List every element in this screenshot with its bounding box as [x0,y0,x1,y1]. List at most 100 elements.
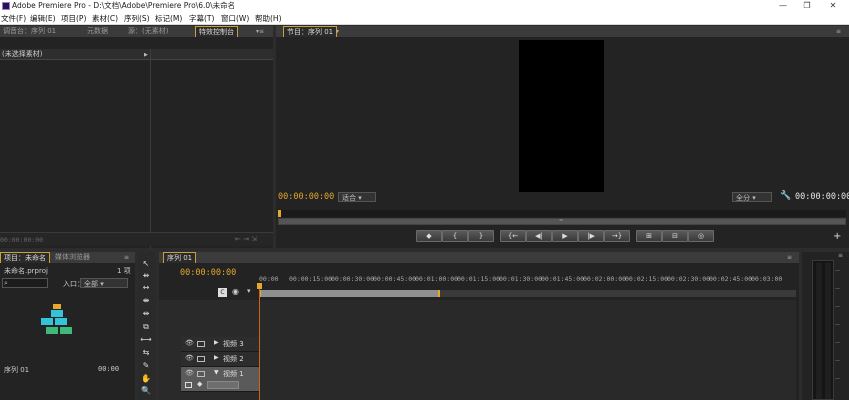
title-bar: Adobe Premiere Pro - D:\文档\Adobe\Premier… [0,0,849,12]
eye-icon[interactable]: 👁 [185,369,194,377]
tab-sequence-01[interactable]: 序列 01 [163,252,197,263]
project-item-count: 1 项 [117,267,131,275]
quality-dropdown[interactable]: 全分 ▾ [732,192,772,202]
menu-marker[interactable]: 标记(M) [155,12,182,25]
thumb-block-cyan-right [55,318,67,325]
selection-tool-icon[interactable]: ↖ [138,258,154,269]
entry-dropdown[interactable]: 全部 ▾ [80,278,128,288]
project-panel-menu-icon[interactable]: ≡ [124,252,129,263]
menu-project[interactable]: 项目(P) [61,12,86,25]
slide-tool-icon[interactable]: ⇆ [138,347,154,358]
program-current-timecode[interactable]: 00:00:00:00 [278,192,334,202]
playhead-handle[interactable] [257,283,262,289]
add-marker-button[interactable]: ◆ [416,230,442,242]
sequence-item-name[interactable]: 序列 01 [4,365,29,375]
add-marker-icon[interactable]: ▾ [247,287,251,295]
menu-window[interactable]: 窗口(W) [221,12,249,25]
tab-metadata[interactable]: 元数据 [87,26,108,37]
keyframe-diamond-icon[interactable]: ◆ [197,380,202,388]
menu-clip[interactable]: 素材(C) [92,12,118,25]
export-frame-button[interactable]: ◎ [688,230,714,242]
timeline-current-timecode[interactable]: 00:00:00:00 [180,268,236,278]
ripple-edit-tool-icon[interactable]: ↔ [138,282,154,293]
menu-help[interactable]: 帮助(H) [255,12,282,25]
program-playhead[interactable] [278,210,281,217]
expand-arrow-icon[interactable]: ▶ [144,52,148,58]
panel-menu-icon[interactable]: ▾≡ [256,26,264,37]
track-select-tool-icon[interactable]: ⇻ [138,270,154,281]
tab-source[interactable]: 源：(无素材) [128,26,168,37]
track-video-2[interactable]: 👁 ▶ 视频 2 [181,352,259,367]
minimize-button[interactable]: — [772,0,794,12]
hand-tool-icon[interactable]: ✋ [138,373,154,384]
audio-meter-left-channel [816,263,822,399]
program-time-ruler[interactable] [278,210,846,217]
zoom-tool-icon[interactable]: 🔍 [138,385,154,396]
work-area-bar[interactable] [259,290,440,297]
eye-icon[interactable]: 👁 [185,354,194,362]
expand-triangle-icon[interactable]: ▶ [214,354,219,361]
entry-dropdown-value: 全部 [84,280,98,288]
ruler-label: 00:02:30:00 [667,275,711,283]
pen-tool-icon[interactable]: ✎ [138,360,154,371]
program-tab-bar: 节目：序列 01 ▾ ≡ [276,26,849,37]
ruler-label: 00:01:00:00 [415,275,459,283]
tab-effect-controls[interactable]: 特效控制台 [195,26,238,37]
timeline-ruler[interactable]: 00:00 00:00:15:00 00:00:30:00 00:00:45:0… [259,275,797,285]
film-icon[interactable] [197,371,205,377]
film-icon[interactable] [197,341,205,347]
tab-audio-mixer[interactable]: 调音台：序列 01 [3,26,56,37]
film-icon[interactable] [197,356,205,362]
mark-in-button[interactable]: { [442,230,468,242]
ruler-label: 00:01:45:00 [541,275,585,283]
tab-program[interactable]: 节目：序列 01 [283,26,338,37]
meters-panel-menu-icon[interactable]: ≡ [838,252,843,259]
project-search-field[interactable]: ⌕ [2,278,48,288]
restore-button[interactable]: ❐ [796,0,818,12]
work-area-track [259,290,796,297]
rolling-edit-tool-icon[interactable]: ⇼ [138,295,154,306]
rate-stretch-tool-icon[interactable]: ⇹ [138,308,154,319]
timeline-panel-menu-icon[interactable]: ≡ [787,252,792,263]
menu-file[interactable]: 文件(F) [1,12,26,25]
go-to-in-button[interactable]: {← [500,230,526,242]
mark-out-button[interactable]: } [468,230,494,242]
transport-controls: ◆ { } {← ◀| ▶ |▶ →} ⊞ ⊟ ◎ [416,230,716,242]
slip-tool-icon[interactable]: ⟷ [138,334,154,345]
keyframe-display-icon[interactable] [185,382,192,388]
play-button[interactable]: ▶ [552,230,578,242]
track-name: 视频 1 [223,370,244,378]
program-zoom-scrollbar[interactable]: = [278,218,846,225]
lift-button[interactable]: ⊞ [636,230,662,242]
track-video-1[interactable]: 👁 ▼ 视频 1 ◆ [181,367,259,392]
collapse-triangle-icon[interactable]: ▼ [214,369,219,376]
footer-controls-icon[interactable]: ⇤ ⇥ ⇲ [235,235,257,243]
track-video-3[interactable]: 👁 ▶ 视频 3 [181,337,259,352]
menu-sequence[interactable]: 序列(S) [124,12,150,25]
extract-button[interactable]: ⊟ [662,230,688,242]
menu-title[interactable]: 字幕(T) [189,12,214,25]
step-forward-button[interactable]: |▶ [578,230,604,242]
wrench-icon[interactable]: 🔧 [780,191,791,201]
step-back-button[interactable]: ◀| [526,230,552,242]
tab-project[interactable]: 项目：未命名 [0,252,50,263]
snap-icon[interactable]: C [218,288,227,297]
program-menu-icon[interactable]: ▾ [336,26,339,37]
go-to-out-button[interactable]: →} [604,230,630,242]
set-encore-marker-icon[interactable]: ◉ [232,287,239,296]
sequence-thumbnail-icon[interactable] [38,304,78,348]
menu-edit[interactable]: 编辑(E) [30,12,56,25]
eye-icon[interactable]: 👁 [185,339,194,347]
source-tab-bar: 调音台：序列 01 元数据 源：(无素材) 特效控制台 ▾≡ [0,26,273,37]
add-button-icon[interactable]: + [833,231,841,242]
razor-tool-icon[interactable]: ⧉ [138,321,154,332]
timeline-tab-bar: 序列 01 ≡ [159,252,799,263]
close-button[interactable]: ✕ [822,0,844,12]
ruler-label: 00:00:30:00 [331,275,375,283]
fit-dropdown[interactable]: 适合 ▾ [338,192,376,202]
expand-triangle-icon[interactable]: ▶ [214,339,219,346]
sequence-item-duration: 00:00 [98,365,120,373]
keyframe-navigator[interactable] [207,381,239,389]
program-panel-menu-icon[interactable]: ≡ [836,26,841,37]
tab-media-browser[interactable]: 媒体浏览器 [55,252,90,263]
